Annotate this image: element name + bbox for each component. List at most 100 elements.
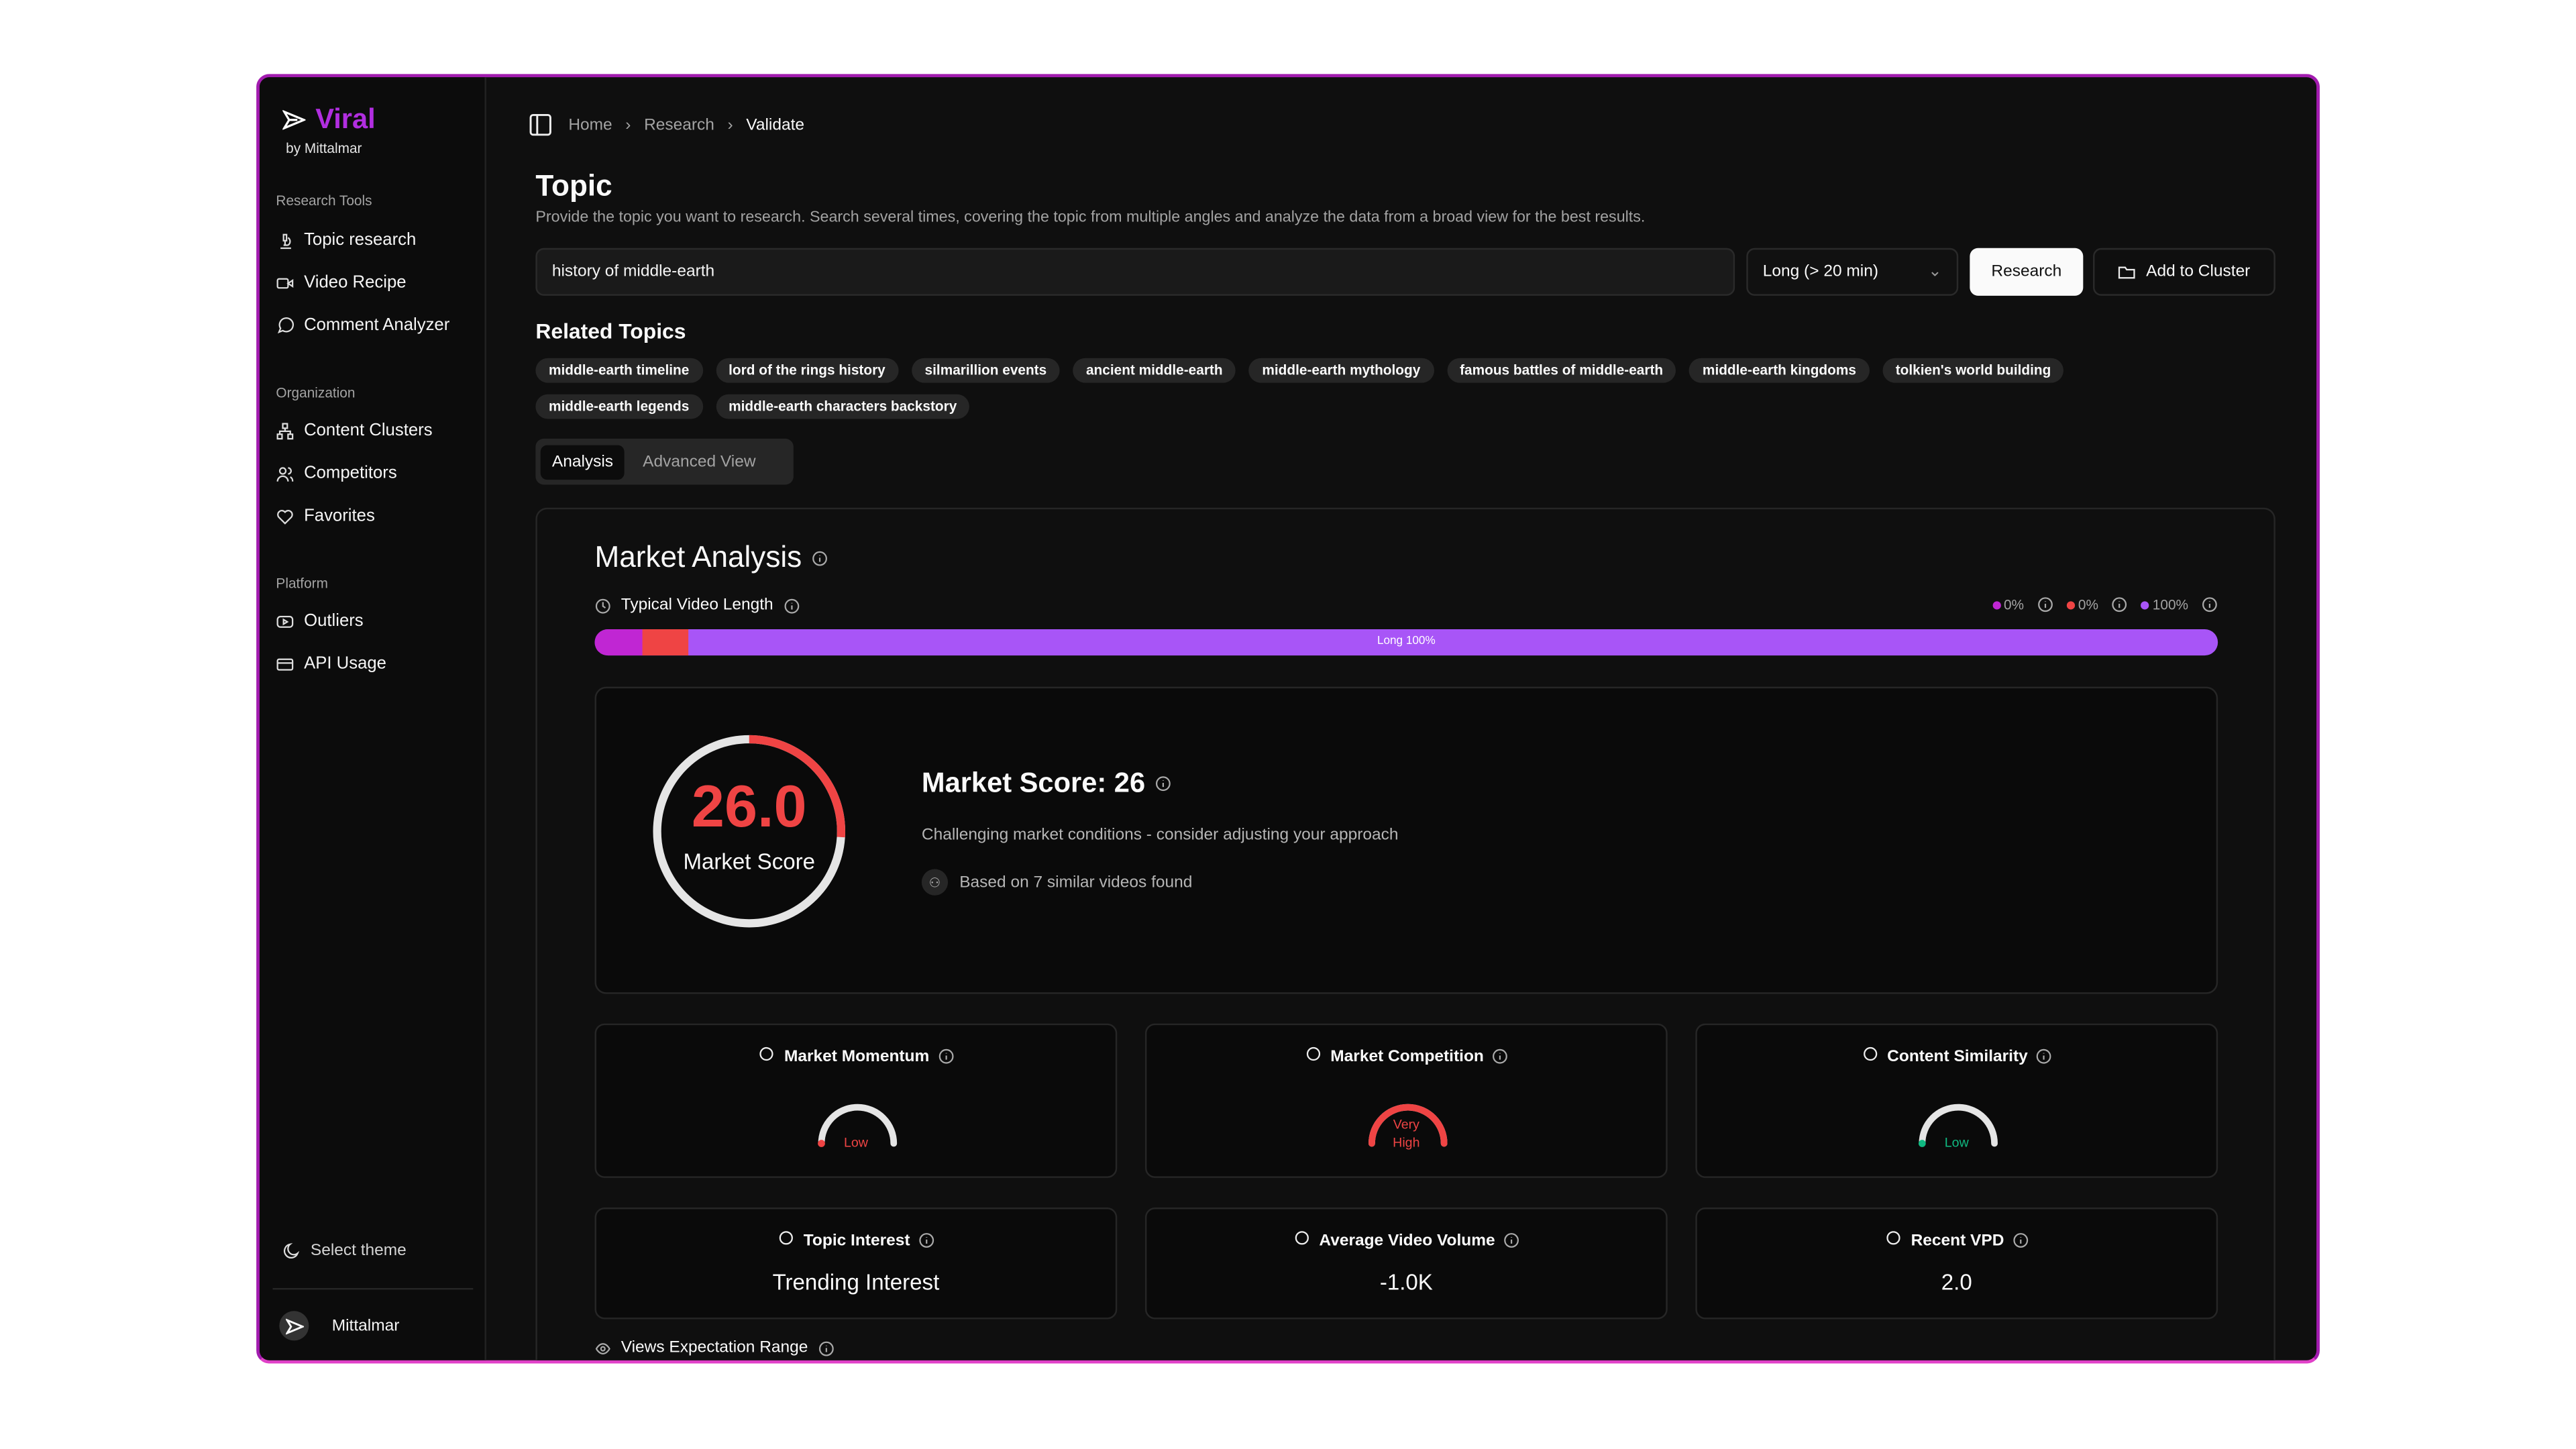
info-icon[interactable]: [812, 549, 828, 566]
label: Add to Cluster: [2146, 262, 2251, 281]
folder-icon: [2118, 266, 2136, 279]
chevron-right-icon: ›: [727, 115, 733, 134]
research-button[interactable]: Research: [1970, 248, 2084, 296]
topic-input[interactable]: history of middle-earth: [535, 248, 1735, 296]
info-icon[interactable]: [2012, 1232, 2029, 1248]
sidebar-item-content-clusters[interactable]: Content Clusters: [276, 417, 433, 443]
views-expectation-range: Views Expectation Range: [595, 1339, 835, 1357]
market-score-panel: 26.0 Market Score Market Score: 26 Chall…: [594, 686, 2218, 994]
metric-title: Content Similarity: [1697, 1045, 2216, 1068]
video-icon: [276, 277, 294, 288]
score-heading: Market Score: 26: [922, 767, 1171, 800]
sidebar-toggle-icon[interactable]: [529, 113, 552, 136]
score-caption: Market Score: [683, 849, 816, 874]
label: Favorites: [304, 506, 375, 526]
info-icon[interactable]: [1155, 775, 1171, 792]
gauge-label: Very High: [1393, 1117, 1420, 1150]
title: Market Analysis: [594, 540, 802, 574]
metric-card-content-similarity: Content Similarity Low: [1695, 1023, 2218, 1178]
related-topic-chip[interactable]: middle-earth mythology: [1248, 358, 1434, 383]
gauge-label: Low: [1944, 1135, 1969, 1150]
breadcrumb-home[interactable]: Home: [568, 116, 612, 134]
add-to-cluster-button[interactable]: Add to Cluster: [2093, 248, 2275, 296]
section-research-tools: Research Tools: [276, 192, 372, 209]
label: API Usage: [304, 653, 387, 674]
gauge-label: Low: [843, 1135, 868, 1150]
user-name: Mittalmar: [331, 1316, 400, 1335]
label: Video Recipe: [304, 272, 407, 292]
related-topic-chip[interactable]: middle-earth timeline: [535, 358, 702, 383]
chevron-right-icon: ›: [625, 115, 631, 134]
market-analysis-heading: Market Analysis: [595, 541, 828, 575]
section-organization: Organization: [276, 384, 356, 401]
stat-title: Topic Interest: [596, 1229, 1116, 1252]
info-icon[interactable]: [2112, 596, 2128, 612]
network-icon: ⚇: [921, 869, 949, 896]
user-menu[interactable]: Mittalmar: [279, 1311, 400, 1341]
page-description: Provide the topic you want to research. …: [535, 209, 1646, 227]
info-icon[interactable]: [938, 1048, 954, 1064]
tab-analysis[interactable]: Analysis: [540, 444, 625, 479]
legend-short: 0%: [1992, 596, 2024, 612]
sidebar-item-competitors[interactable]: Competitors: [276, 460, 397, 486]
logo[interactable]: Viral: [282, 103, 376, 136]
info-icon[interactable]: [1503, 1232, 1519, 1248]
brand-name: Viral: [315, 103, 376, 135]
sidebar-item-video-recipe[interactable]: Video Recipe: [276, 270, 407, 296]
info-icon[interactable]: [2036, 1048, 2052, 1064]
main-content: Home › Research › Validate Topic Provide t…: [486, 77, 2316, 1360]
microscope-icon: [280, 233, 291, 248]
related-topic-chip[interactable]: middle-earth characters backstory: [715, 394, 970, 419]
video-length-select[interactable]: Long (> 20 min) ⌄: [1746, 248, 1959, 296]
network-icon: [276, 422, 294, 439]
info-icon[interactable]: [818, 1340, 834, 1356]
related-topic-chip[interactable]: famous battles of middle-earth: [1446, 358, 1676, 383]
avatar: [279, 1311, 309, 1341]
brand-byline: by Mittalmar: [286, 140, 362, 156]
info-icon[interactable]: [2202, 596, 2218, 612]
users-icon: [276, 466, 294, 481]
bar-label: Long 100%: [1377, 635, 1436, 647]
target-icon: [1861, 1045, 1879, 1068]
breadcrumb-research[interactable]: Research: [644, 116, 714, 134]
label: Content Clusters: [304, 420, 433, 441]
page-title: Topic: [535, 169, 612, 203]
stat-title: Recent VPD: [1697, 1229, 2216, 1252]
info-icon[interactable]: [783, 597, 799, 613]
theme-selector[interactable]: Select theme: [282, 1237, 407, 1263]
bar-chart-icon: [1293, 1229, 1311, 1252]
divider: [272, 1288, 474, 1290]
breadcrumb-validate: Validate: [746, 115, 805, 134]
video-length-bar: Long 100%: [594, 629, 2218, 656]
info-icon[interactable]: [1492, 1048, 1508, 1064]
related-topic-chip[interactable]: tolkien's world building: [1882, 358, 2064, 383]
label: Competitors: [304, 463, 397, 484]
related-topic-chip[interactable]: ancient middle-earth: [1073, 358, 1236, 383]
sidebar: Viral by Mittalmar Research Tools Topic …: [259, 77, 486, 1360]
sidebar-item-comment-analyzer[interactable]: Comment Analyzer: [276, 312, 449, 338]
stat-title: Average Video Volume: [1146, 1229, 1666, 1252]
sidebar-item-topic-research[interactable]: Topic research: [276, 227, 416, 253]
tab-advanced-view[interactable]: Advanced View: [631, 444, 767, 478]
related-topic-chip[interactable]: lord of the rings history: [715, 358, 899, 383]
legend-medium: 0%: [2066, 596, 2098, 612]
sidebar-item-api-usage[interactable]: API Usage: [276, 651, 386, 677]
label: Topic research: [304, 229, 417, 250]
section-platform: Platform: [276, 575, 328, 592]
sidebar-item-favorites[interactable]: Favorites: [276, 502, 375, 529]
related-topics-title: Related Topics: [535, 319, 686, 343]
info-icon[interactable]: [918, 1232, 934, 1248]
stat-card-average-video-volume: Average Video Volume -1.0K: [1144, 1208, 1668, 1320]
youtube-icon: [276, 614, 294, 627]
info-icon[interactable]: [2037, 596, 2053, 612]
related-topic-chip[interactable]: middle-earth kingdoms: [1689, 358, 1870, 383]
related-topic-chip[interactable]: silmarillion events: [911, 358, 1060, 383]
market-analysis-card: Market Analysis Typical Video Length 0% …: [535, 507, 2275, 1360]
credit-card-icon: [276, 657, 294, 670]
heart-icon: [277, 508, 293, 524]
chevron-down-icon: ⌄: [1928, 262, 1942, 281]
related-topic-chip[interactable]: middle-earth legends: [535, 394, 702, 419]
sidebar-item-outliers[interactable]: Outliers: [276, 608, 364, 634]
send-icon: [284, 1318, 303, 1334]
metric-card-market-momentum: Market Momentum Low: [594, 1023, 1118, 1178]
